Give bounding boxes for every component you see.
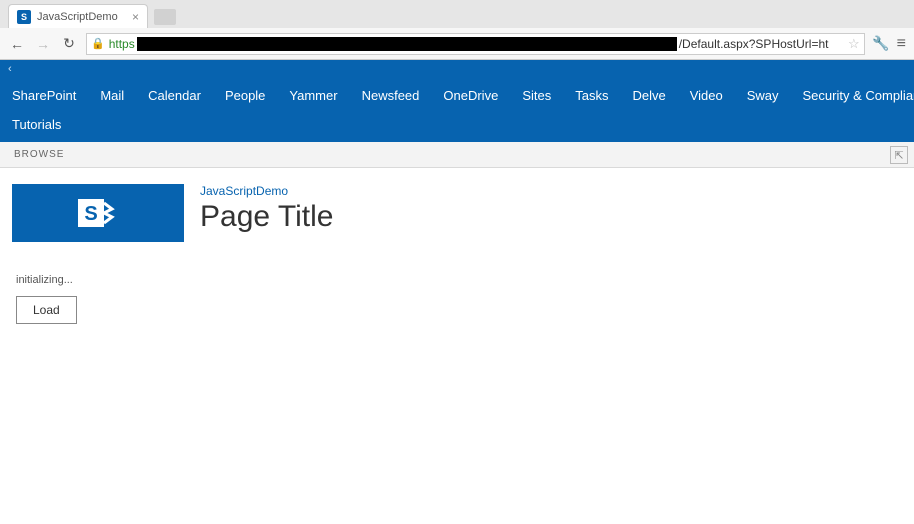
sharepoint-logo-icon: S bbox=[74, 189, 122, 237]
site-logo[interactable]: S bbox=[12, 184, 184, 242]
settings-icon[interactable]: 🔧 bbox=[873, 36, 889, 52]
page-title: Page Title bbox=[200, 200, 333, 234]
suite-bar: ‹ SharePoint Mail Calendar People Yammer… bbox=[0, 60, 914, 142]
page-content: initializing... Load bbox=[0, 250, 914, 348]
back-button[interactable]: ← bbox=[8, 35, 26, 53]
nav-sharepoint[interactable]: SharePoint bbox=[0, 84, 88, 107]
nav-sway[interactable]: Sway bbox=[735, 84, 791, 107]
bookmark-star-icon[interactable]: ☆ bbox=[848, 36, 860, 52]
url-redacted bbox=[137, 37, 677, 51]
address-bar[interactable]: 🔒 https /Default.aspx?SPHostUrl=ht ☆ bbox=[86, 33, 865, 55]
forward-button: → bbox=[34, 35, 52, 53]
nav-calendar[interactable]: Calendar bbox=[136, 84, 213, 107]
page-header: S JavaScriptDemo Page Title bbox=[0, 168, 914, 250]
tab-title: JavaScriptDemo bbox=[37, 11, 118, 23]
load-button[interactable]: Load bbox=[16, 296, 77, 324]
url-scheme: https bbox=[109, 37, 135, 51]
nav-onedrive[interactable]: OneDrive bbox=[431, 84, 510, 107]
browser-chrome: S JavaScriptDemo × ← → ↻ 🔒 https /Defaul… bbox=[0, 0, 914, 60]
nav-tasks[interactable]: Tasks bbox=[563, 84, 620, 107]
close-icon[interactable]: × bbox=[132, 10, 139, 24]
ribbon: BROWSE ⇱ bbox=[0, 142, 914, 168]
status-text: initializing... bbox=[16, 274, 898, 286]
suite-nav-row-2: Tutorials bbox=[0, 113, 914, 142]
nav-sites[interactable]: Sites bbox=[510, 84, 563, 107]
tab-strip: S JavaScriptDemo × bbox=[0, 0, 914, 28]
nav-delve[interactable]: Delve bbox=[620, 84, 677, 107]
svg-text:S: S bbox=[84, 203, 97, 225]
browser-toolbar: ← → ↻ 🔒 https /Default.aspx?SPHostUrl=ht… bbox=[0, 28, 914, 60]
sharepoint-favicon-icon: S bbox=[17, 10, 31, 24]
nav-video[interactable]: Video bbox=[678, 84, 735, 107]
site-title-link[interactable]: JavaScriptDemo bbox=[200, 184, 333, 198]
chrome-menu-icon[interactable]: ≡ bbox=[897, 35, 906, 53]
ribbon-tab-browse[interactable]: BROWSE bbox=[0, 143, 78, 166]
new-tab-button[interactable] bbox=[154, 9, 176, 25]
back-chevron-icon[interactable]: ‹ bbox=[8, 63, 12, 75]
reload-button[interactable]: ↻ bbox=[60, 35, 78, 53]
url-suffix: /Default.aspx?SPHostUrl=ht bbox=[679, 37, 829, 51]
browser-tab[interactable]: S JavaScriptDemo × bbox=[8, 4, 148, 28]
nav-mail[interactable]: Mail bbox=[88, 84, 136, 107]
nav-tutorials[interactable]: Tutorials bbox=[0, 113, 73, 136]
nav-newsfeed[interactable]: Newsfeed bbox=[350, 84, 432, 107]
nav-people[interactable]: People bbox=[213, 84, 277, 107]
lock-icon: 🔒 bbox=[91, 37, 105, 50]
focus-content-button[interactable]: ⇱ bbox=[890, 146, 908, 164]
suite-nav-row: SharePoint Mail Calendar People Yammer N… bbox=[0, 78, 914, 113]
title-block: JavaScriptDemo Page Title bbox=[200, 184, 333, 234]
nav-yammer[interactable]: Yammer bbox=[277, 84, 349, 107]
nav-security-compliance[interactable]: Security & Compliance bbox=[791, 84, 914, 107]
